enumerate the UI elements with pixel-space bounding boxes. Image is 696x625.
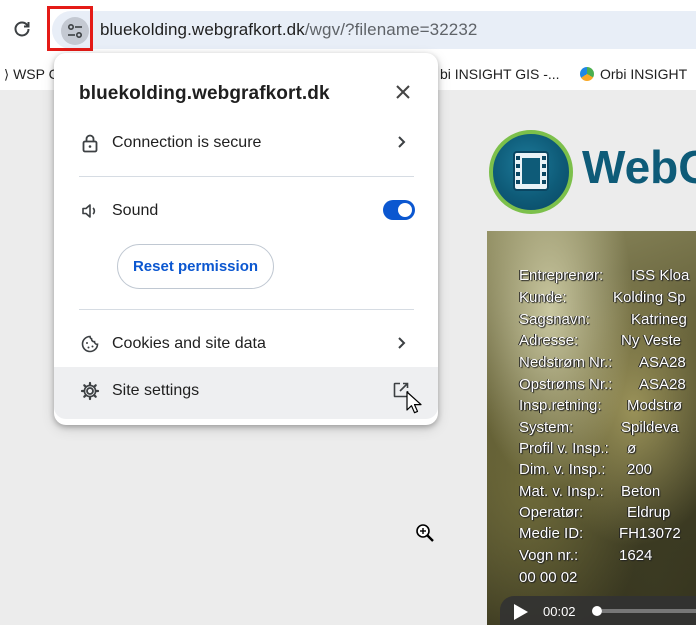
- overlay-line: Adresse: Ny Veste: [519, 332, 681, 349]
- bookmark-label: WSP C: [13, 66, 59, 82]
- chevron-right-icon: [398, 136, 406, 148]
- overlay-label: Insp.retning:: [519, 397, 602, 414]
- overlay-value: 1624: [619, 547, 653, 564]
- video-controls: 00:02: [500, 596, 696, 625]
- url-path: /wgv/?filename=32232: [304, 20, 478, 39]
- toggle-knob: [398, 203, 412, 217]
- overlay-line: Operatør: Eldrup: [519, 504, 670, 521]
- overlay-label: Dim. v. Insp.:: [519, 461, 606, 478]
- overlay-value: ISS Kloa: [631, 267, 690, 284]
- overlay-line: Entreprenør: ISS Kloa: [519, 267, 689, 284]
- overlay-label: Nedstrøm Nr.:: [519, 354, 613, 371]
- bookmark-wsp[interactable]: ⟩ WSP C: [4, 66, 59, 83]
- close-icon[interactable]: [394, 83, 412, 101]
- bookmark-orbi-gis[interactable]: bi INSIGHT GIS -...: [440, 66, 560, 82]
- overlay-value: Eldrup: [627, 504, 671, 521]
- overlay-value: ASA28: [639, 376, 686, 393]
- seek-handle[interactable]: [592, 606, 602, 616]
- url-host: bluekolding.webgrafkort.dk: [100, 20, 305, 39]
- overlay-line: Sagsnavn: Katrineg: [519, 311, 687, 328]
- overlay-label: Entreprenør:: [519, 267, 604, 284]
- wsp-icon: ⟩: [4, 67, 10, 82]
- film-icon: [513, 151, 549, 191]
- overlay-line: Kunde: Kolding Sp: [519, 289, 686, 306]
- arrow-cursor-icon: [406, 391, 422, 414]
- overlay-value: ø: [627, 440, 637, 457]
- lock-icon: [82, 134, 98, 153]
- overlay-label: Kunde:: [519, 289, 567, 306]
- overlay-value: Katrineg: [631, 311, 687, 328]
- overlay-value: Ny Veste: [621, 332, 682, 349]
- overlay-line: Profil v. Insp.: ø: [519, 440, 636, 457]
- sound-row: Sound: [54, 187, 438, 235]
- overlay-label: 00 00 02: [519, 569, 578, 586]
- speaker-icon: [82, 204, 96, 218]
- highlight-box: [47, 6, 93, 51]
- overlay-line: Opstrøms Nr.: ASA28: [519, 376, 686, 393]
- overlay-label: Opstrøms Nr.:: [519, 376, 613, 393]
- sound-label: Sound: [112, 202, 159, 219]
- site-settings-label: Site settings: [112, 382, 200, 399]
- logo-text: WebG: [582, 141, 696, 193]
- popup-title: bluekolding.webgrafkort.dk: [79, 83, 330, 104]
- cookie-icon: [81, 335, 99, 353]
- divider: [79, 309, 414, 310]
- overlay-line: Vogn nr.: 1624: [519, 547, 652, 564]
- overlay-label: Adresse:: [519, 332, 579, 349]
- sound-toggle[interactable]: [383, 200, 415, 220]
- zoom-cursor-icon: [416, 524, 434, 542]
- divider: [79, 176, 414, 177]
- overlay-label: Vogn nr.:: [519, 547, 579, 564]
- orbi-icon: [580, 67, 594, 81]
- overlay-line: Dim. v. Insp.: 200: [519, 461, 652, 478]
- browser-toolbar: bluekolding.webgrafkort.dk/wgv/?filename…: [0, 0, 696, 60]
- overlay-value: FH13072: [619, 525, 681, 542]
- overlay-label: Mat. v. Insp.:: [519, 483, 604, 500]
- overlay-label: System:: [519, 419, 574, 436]
- seek-track[interactable]: [602, 609, 696, 613]
- overlay-label: Medie ID:: [519, 525, 584, 542]
- cookies-label: Cookies and site data: [112, 335, 266, 352]
- overlay-value: Kolding Sp: [613, 289, 686, 306]
- overlay-label: Profil v. Insp.:: [519, 440, 609, 457]
- overlay-label: Sagsnavn:: [519, 311, 590, 328]
- video-frame[interactable]: Entreprenør: ISS Kloa Kunde: Kolding Sp Sa…: [487, 231, 696, 625]
- current-time: 00:02: [543, 604, 576, 619]
- bookmark-label: Orbi INSIGHT: [600, 66, 688, 82]
- overlay-line: Nedstrøm Nr.: ASA28: [519, 354, 686, 371]
- overlay-value: Beton: [621, 483, 661, 500]
- chevron-right-icon: [398, 337, 406, 349]
- cookies-row[interactable]: Cookies and site data: [54, 320, 438, 368]
- overlay-line: Mat. v. Insp.: Beton: [519, 483, 660, 500]
- reload-icon[interactable]: [12, 19, 32, 39]
- connection-label: Connection is secure: [112, 134, 262, 151]
- overlay-value: ASA28: [639, 354, 686, 371]
- overlay-line: System: Spildeva: [519, 419, 679, 436]
- site-settings-row[interactable]: Site settings: [54, 367, 438, 419]
- overlay-value: Modstrø: [627, 397, 683, 414]
- overlay-line: Insp.retning: Modstrø: [519, 397, 682, 414]
- overlay-label: Operatør:: [519, 504, 584, 521]
- bookmark-orbi-insight[interactable]: Orbi INSIGHT: [580, 66, 687, 82]
- play-icon[interactable]: [514, 604, 528, 620]
- bookmark-label: bi INSIGHT GIS -...: [440, 66, 560, 82]
- gear-icon: [80, 381, 100, 401]
- site-info-popup: bluekolding.webgrafkort.dk Connection is…: [54, 53, 438, 425]
- overlay-line: 00 00 02: [519, 569, 577, 586]
- overlay-value: Spildeva: [621, 419, 679, 436]
- reset-permission-button[interactable]: Reset permission: [117, 244, 274, 289]
- url-text[interactable]: bluekolding.webgrafkort.dk/wgv/?filename…: [100, 20, 477, 40]
- overlay-value: 200: [627, 461, 653, 478]
- connection-row[interactable]: Connection is secure: [54, 119, 438, 167]
- overlay-line: Medie ID: FH13072: [519, 525, 681, 542]
